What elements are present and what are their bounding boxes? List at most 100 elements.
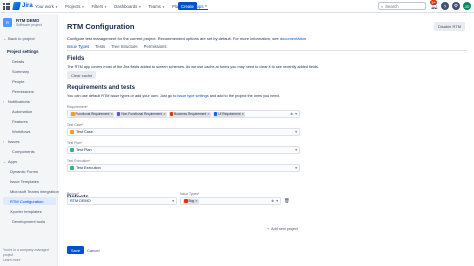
nav-projects[interactable]: Projects ▼: [64, 3, 86, 10]
sidebar-item-rtm-configuration[interactable]: RTM Configuration: [3, 197, 56, 205]
back-to-project-link[interactable]: ← Back to project: [3, 36, 35, 41]
jira-logo-icon: [12, 2, 21, 10]
jira-logo-text: Jira: [22, 3, 33, 9]
sidebar-item-label: RTM Configuration: [10, 198, 44, 204]
sidebar-item-development-tools[interactable]: Development tools: [7, 219, 45, 224]
project-type: Software project: [16, 23, 42, 27]
remove-chip-icon[interactable]: ✕: [195, 199, 198, 203]
chip-label: Bug: [188, 199, 195, 203]
nav-teams[interactable]: Teams ▼: [147, 3, 166, 10]
issue-type-settings-link[interactable]: issue type settings: [177, 94, 208, 98]
business-requirement-icon: [169, 112, 174, 116]
chevron-down-icon: ▾: [295, 130, 297, 134]
help-icon[interactable]: ?: [441, 2, 449, 10]
functional-requirement-icon: [71, 112, 75, 116]
chevron-down-icon: ▼: [161, 4, 165, 9]
sidebar-item-people[interactable]: People: [7, 79, 24, 84]
chevron-down-icon[interactable]: ▾: [276, 199, 278, 203]
sidebar-item-dynamic-forms[interactable]: Dynamic Forms: [10, 169, 38, 174]
test-plan-label: Test Plan*: [67, 141, 82, 145]
select-value: RTM DEMO: [70, 199, 91, 203]
delete-row-icon[interactable]: 🗑︎: [284, 198, 290, 204]
remove-chip-icon[interactable]: ✕: [242, 112, 245, 116]
footer-link[interactable]: Learn more: [3, 258, 57, 263]
defect-project-select[interactable]: RTM DEMO ▾: [67, 197, 177, 205]
chevron-down-icon: ▾: [295, 148, 297, 152]
requirement-multiselect[interactable]: Functional Requirement ✕ Non-Functional R…: [67, 110, 300, 118]
project-header[interactable]: R RTM DEMO Software project: [3, 18, 42, 27]
sidebar-item-label: Issue Templates: [10, 179, 39, 184]
bell-icon[interactable]: 🔔︎: [430, 2, 438, 10]
sidebar-item-label: People: [12, 79, 25, 84]
chevron-down-icon: ⌄: [3, 159, 6, 164]
sidebar-item-apps[interactable]: ⌄ Apps: [3, 159, 17, 164]
user-avatar[interactable]: JD: [463, 2, 471, 10]
clear-icon[interactable]: ⊗: [290, 112, 293, 116]
chevron-down-icon: ▼: [54, 4, 58, 9]
search-icon: ⌕: [381, 3, 384, 9]
sidebar-item-label: Details: [12, 59, 25, 64]
chevron-right-icon: ›: [3, 139, 5, 144]
sidebar-item-issue-templates[interactable]: Issue Templates: [10, 179, 39, 184]
chevron-down-icon[interactable]: ▾: [295, 112, 297, 116]
clear-cache-button[interactable]: Clear cache: [67, 71, 97, 79]
create-button[interactable]: Create: [178, 2, 197, 10]
clear-icon[interactable]: ⊗: [271, 199, 274, 203]
remove-chip-icon[interactable]: ✕: [207, 112, 210, 116]
sidebar-item-issues[interactable]: › Issues: [3, 139, 20, 144]
label-text: Test Execution: [67, 159, 90, 163]
sidebar-item-automation[interactable]: Automation: [7, 109, 32, 114]
sidebar-item-features[interactable]: Features: [7, 119, 28, 124]
chip-functional-requirement: Functional Requirement ✕: [70, 111, 114, 117]
test-plan-select[interactable]: Test Plan ▾: [67, 146, 300, 154]
nav-filters[interactable]: Filters ▼: [90, 3, 108, 10]
sidebar-item-label: Features: [12, 119, 28, 124]
jira-logo[interactable]: Jira: [12, 2, 33, 10]
sidebar-item-xporter[interactable]: Xporter templates: [10, 209, 42, 214]
select-value: Test Plan: [76, 148, 92, 152]
sidebar-item-summary[interactable]: Summary: [7, 69, 29, 74]
cancel-button[interactable]: Cancel: [84, 246, 102, 254]
project-label: Project*: [67, 192, 79, 196]
remove-chip-icon[interactable]: ✕: [110, 112, 113, 116]
label-text: Project: [67, 192, 78, 196]
search-input[interactable]: [385, 3, 424, 9]
app-switcher-icon[interactable]: [3, 3, 10, 10]
nav-label: Teams: [148, 4, 161, 9]
nav-label: Projects: [64, 4, 81, 9]
sidebar-item-teams-integration[interactable]: Microsoft Teams integration: [10, 189, 59, 194]
issue-types-label: Issue Types*: [180, 192, 199, 196]
fields-heading: Fields: [67, 56, 85, 62]
sidebar-item-notifications[interactable]: › Notifications: [3, 99, 30, 104]
select-value: Test Case: [76, 130, 93, 134]
sidebar-item-permissions[interactable]: Permissions: [7, 89, 34, 94]
sidebar-item-label: Dynamic Forms: [10, 169, 39, 174]
chevron-down-icon: ▾: [172, 199, 174, 203]
sidebar-item-workflows[interactable]: Workflows: [7, 129, 30, 134]
chip-label: Business Requirement: [174, 112, 207, 116]
test-case-select[interactable]: Test Case ▾: [67, 128, 300, 136]
disable-rtm-button[interactable]: Disable RTM: [434, 22, 466, 31]
add-next-project-button[interactable]: + Add next project: [265, 225, 300, 232]
nav-dashboards[interactable]: Dashboards ▼: [113, 3, 142, 10]
main-content: RTM Configuration Disable RTM Configure …: [58, 14, 474, 266]
test-execution-select[interactable]: Test Execution ▾: [67, 164, 300, 172]
nav-your-work[interactable]: Your work ▼: [34, 3, 59, 10]
sidebar-item-label: Notifications: [8, 99, 30, 104]
sidebar-item-details[interactable]: Details: [7, 59, 24, 64]
sidebar-item-label: Workflows: [12, 129, 31, 134]
chip-bug: Bug ✕: [183, 198, 199, 204]
project-avatar: R: [3, 18, 12, 27]
settings-icon[interactable]: ⚙: [452, 2, 460, 10]
test-case-label: Test Case*: [67, 123, 83, 127]
save-button[interactable]: Save: [67, 246, 85, 254]
sidebar-item-label: Microsoft Teams integration: [10, 189, 59, 194]
documentation-link[interactable]: documentation: [280, 36, 306, 41]
sidebar-item-components[interactable]: Components: [7, 149, 35, 154]
req-desc-end: and add to the project the ones you need…: [209, 94, 280, 98]
label-text: Requirement: [67, 105, 87, 109]
search-box[interactable]: ⌕: [378, 2, 426, 10]
defect-issue-types-multiselect[interactable]: Bug ✕ ⊗ ▾: [180, 197, 281, 205]
required-asterisk: *: [198, 192, 200, 196]
remove-chip-icon[interactable]: ✕: [163, 112, 166, 116]
